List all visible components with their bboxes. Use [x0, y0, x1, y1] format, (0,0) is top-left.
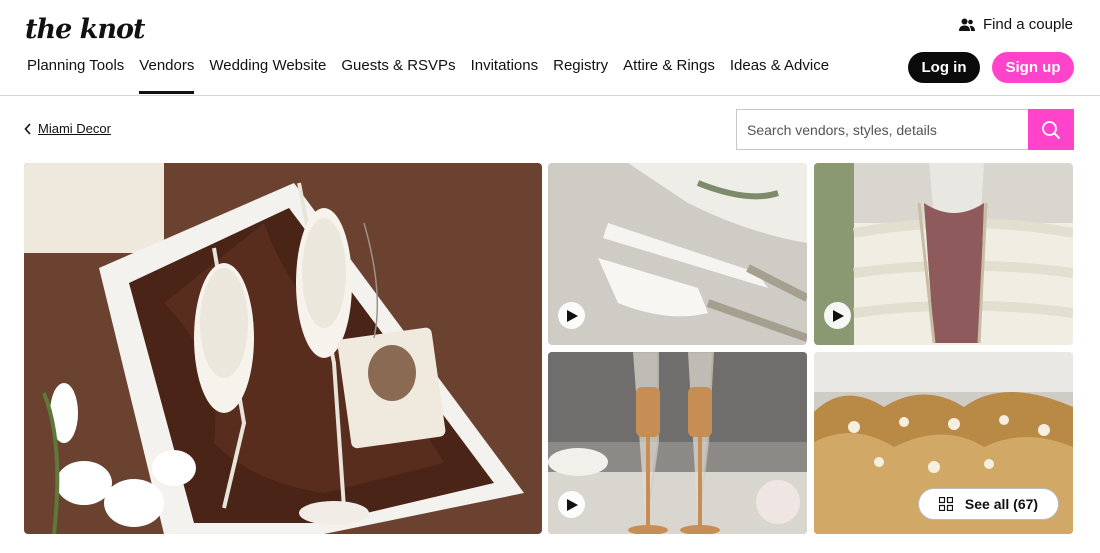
see-all-button[interactable]: See all (67): [918, 488, 1059, 520]
nav-item-wedding-website[interactable]: Wedding Website: [209, 56, 326, 94]
play-icon: [567, 498, 578, 511]
gallery-photo-main[interactable]: [24, 163, 542, 534]
site-logo[interactable]: the knot: [25, 14, 145, 45]
gallery-photo-gold-flutes[interactable]: [548, 352, 807, 534]
video-play-button[interactable]: [558, 491, 585, 518]
video-play-button[interactable]: [558, 302, 585, 329]
search-icon: [1042, 120, 1061, 139]
gallery-photo-cake-knife[interactable]: [548, 163, 807, 345]
play-icon: [567, 309, 578, 322]
rose-flute-photo: [814, 163, 1073, 345]
breadcrumb-link[interactable]: Miami Decor: [38, 121, 111, 136]
cake-knife-photo: [548, 163, 807, 345]
nav-item-guests-rsvps[interactable]: Guests & RSVPs: [341, 56, 455, 94]
search-bar: [736, 109, 1074, 150]
gold-flutes-photo: [548, 352, 807, 534]
search-input[interactable]: [736, 109, 1028, 150]
login-button[interactable]: Log in: [908, 52, 980, 83]
nav-item-attire-rings[interactable]: Attire & Rings: [623, 56, 715, 94]
main-nav: Planning Tools Vendors Wedding Website G…: [27, 56, 829, 96]
header-divider: [0, 95, 1100, 96]
pearl-flutes-photo: [24, 163, 542, 534]
grid-icon: [938, 497, 953, 511]
breadcrumb[interactable]: Miami Decor: [24, 121, 111, 136]
find-couple-label: Find a couple: [982, 16, 1073, 33]
gallery-photo-rose-flute[interactable]: [814, 163, 1073, 345]
nav-item-planning-tools[interactable]: Planning Tools: [27, 56, 124, 94]
play-icon: [833, 309, 844, 322]
video-play-button[interactable]: [824, 302, 851, 329]
nav-item-ideas-advice[interactable]: Ideas & Advice: [730, 56, 829, 94]
nav-item-registry[interactable]: Registry: [553, 56, 608, 94]
nav-item-vendors[interactable]: Vendors: [139, 56, 195, 94]
find-couple-link[interactable]: Find a couple: [958, 16, 1073, 33]
see-all-label: See all (67): [964, 496, 1039, 512]
signup-button[interactable]: Sign up: [992, 52, 1074, 83]
search-button[interactable]: [1028, 109, 1074, 150]
people-icon: [958, 18, 975, 31]
chevron-left-icon: [24, 122, 31, 135]
nav-item-invitations[interactable]: Invitations: [471, 56, 539, 94]
